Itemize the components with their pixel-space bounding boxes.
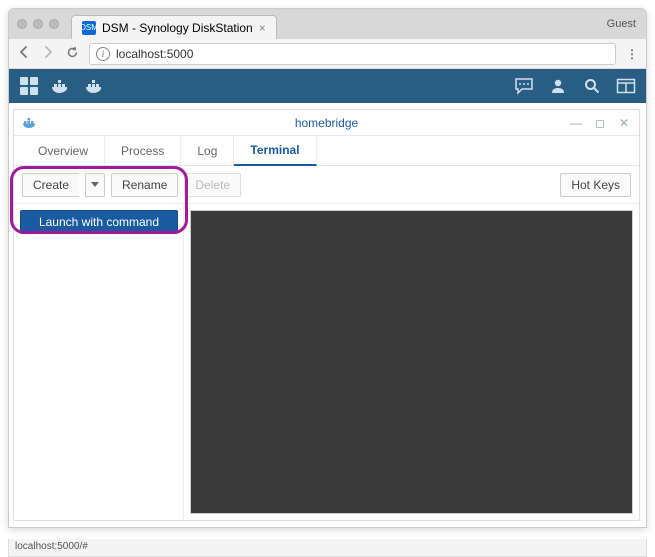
user-icon[interactable]: [548, 76, 568, 96]
chevron-down-icon: [91, 182, 99, 188]
docker-window: homebridge — ◻ ✕ Overview Process Log Te…: [13, 109, 640, 521]
tab-log[interactable]: Log: [181, 136, 234, 165]
browser-window: DSM DSM - Synology DiskStation × Guest i…: [8, 8, 647, 528]
tab-process[interactable]: Process: [105, 136, 181, 165]
guest-label: Guest: [607, 18, 636, 30]
window-title: homebridge: [14, 116, 639, 130]
launch-with-command-item[interactable]: Launch with command: [20, 210, 178, 234]
traffic-max-icon[interactable]: [49, 19, 59, 29]
forward-icon[interactable]: [41, 46, 55, 61]
terminal-output[interactable]: [190, 210, 633, 514]
window-titlebar[interactable]: homebridge — ◻ ✕: [14, 110, 639, 136]
chat-icon[interactable]: [514, 76, 534, 96]
dsm-desktop: homebridge — ◻ ✕ Overview Process Log Te…: [9, 103, 646, 527]
tab-close-icon[interactable]: ×: [259, 21, 266, 35]
terminal-toolbar: Create Rename Delete Hot Keys: [14, 166, 639, 204]
tab-terminal[interactable]: Terminal: [234, 136, 316, 166]
app-launcher-icon[interactable]: [19, 76, 39, 96]
docker-alt-icon[interactable]: [87, 76, 107, 96]
back-icon[interactable]: [17, 46, 31, 61]
terminal-side-panel: Launch with command: [14, 204, 184, 520]
traffic-min-icon[interactable]: [33, 19, 43, 29]
docker-small-icon: [22, 113, 42, 133]
browser-status-bar: localhost:5000/#: [8, 539, 647, 557]
terminal-body: Launch with command: [14, 204, 639, 520]
terminal-content: [184, 204, 639, 520]
widgets-icon[interactable]: [616, 76, 636, 96]
dsm-favicon-icon: DSM: [82, 21, 96, 35]
search-icon[interactable]: [582, 76, 602, 96]
rename-button[interactable]: Rename: [111, 173, 178, 197]
dsm-topbar: [9, 69, 646, 103]
address-bar[interactable]: i localhost:5000: [89, 43, 616, 65]
browser-toolbar: i localhost:5000 ⋮: [9, 39, 646, 69]
window-tabs: Overview Process Log Terminal: [14, 136, 639, 166]
site-info-icon[interactable]: i: [96, 47, 110, 61]
create-dropdown-caret[interactable]: [85, 173, 105, 197]
browser-tab-strip: DSM DSM - Synology DiskStation × Guest: [9, 9, 646, 39]
browser-tab[interactable]: DSM DSM - Synology DiskStation ×: [71, 15, 277, 39]
window-minimize-icon[interactable]: —: [569, 116, 583, 130]
docker-icon[interactable]: [53, 76, 73, 96]
window-maximize-icon[interactable]: ◻: [593, 116, 607, 130]
traffic-close-icon[interactable]: [17, 19, 27, 29]
delete-button: Delete: [184, 173, 241, 197]
url-text: localhost:5000: [116, 47, 193, 61]
tab-overview[interactable]: Overview: [22, 136, 105, 165]
browser-menu-icon[interactable]: ⋮: [626, 51, 638, 57]
hotkeys-button[interactable]: Hot Keys: [560, 173, 631, 197]
reload-icon[interactable]: [65, 46, 79, 62]
browser-tab-title: DSM - Synology DiskStation: [102, 21, 253, 35]
window-close-icon[interactable]: ✕: [617, 116, 631, 130]
window-traffic-lights: [17, 19, 59, 29]
create-button[interactable]: Create: [22, 173, 79, 197]
